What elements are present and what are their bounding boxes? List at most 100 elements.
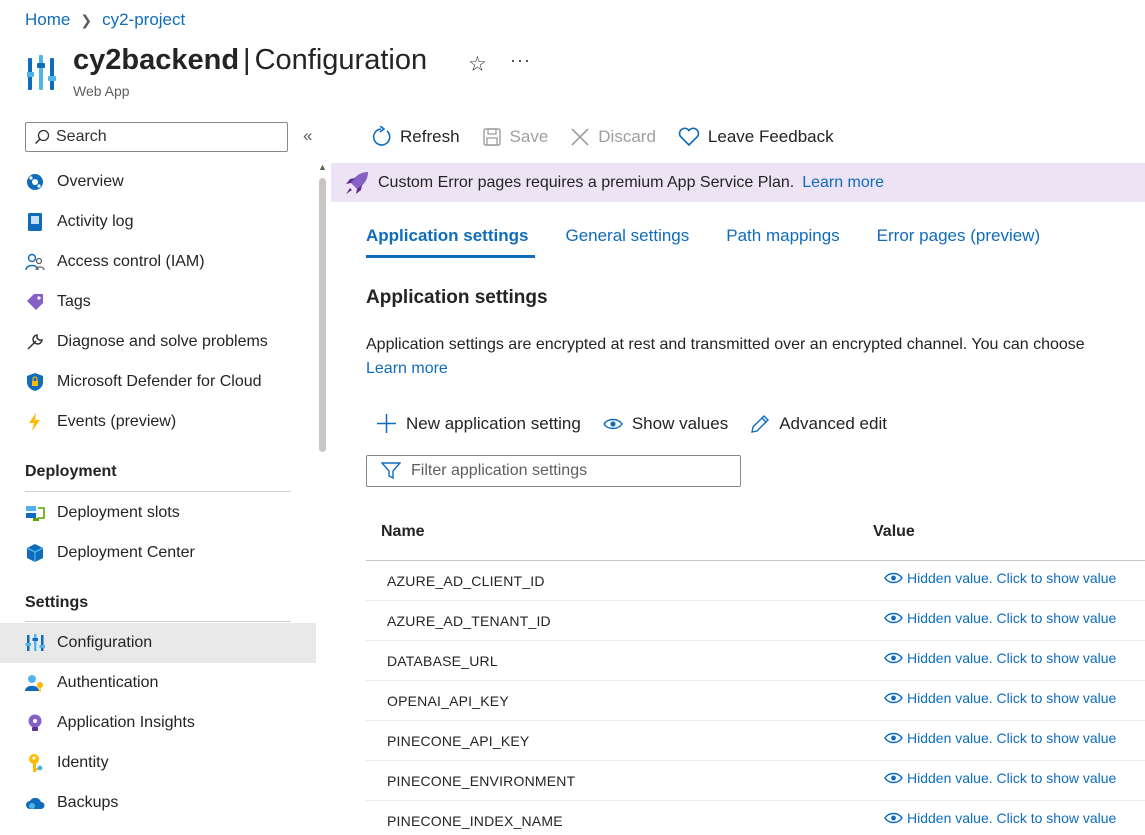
table-row[interactable]: DATABASE_URL Hidden value. Click to show … <box>366 641 1145 681</box>
scroll-up-arrow-icon[interactable]: ▲ <box>318 162 327 172</box>
save-button[interactable]: Save <box>482 127 548 147</box>
hidden-value-link[interactable]: Hidden value. Click to show value <box>884 690 1116 706</box>
sidebar-scrollbar[interactable] <box>319 178 326 452</box>
hidden-value-link[interactable]: Hidden value. Click to show value <box>884 650 1116 666</box>
table-row[interactable]: AZURE_AD_TENANT_ID Hidden value. Click to… <box>366 601 1145 641</box>
configuration-tabs: Application settings General settings Pa… <box>366 226 1077 258</box>
hidden-value-link[interactable]: Hidden value. Click to show value <box>884 730 1116 746</box>
settings-command-bar: New application setting Show values Adva… <box>376 413 909 434</box>
sidebar-item-label: Overview <box>57 173 124 190</box>
eye-icon <box>884 772 903 784</box>
heart-icon <box>678 127 700 147</box>
sidebar-item-label: Configuration <box>57 634 153 651</box>
advanced-edit-button[interactable]: Advanced edit <box>750 414 887 434</box>
sidebar-item-label: Activity log <box>57 213 134 230</box>
title-separator: | <box>243 44 251 76</box>
filter-placeholder: Filter application settings <box>411 462 588 479</box>
sidebar-item-deployment-center[interactable]: Deployment Center <box>0 533 316 573</box>
sidebar-item-label: Backups <box>57 794 119 811</box>
search-placeholder: Search <box>56 128 107 145</box>
table-row[interactable]: PINECONE_ENVIRONMENT Hidden value. Click … <box>366 761 1145 801</box>
tab-path-mappings[interactable]: Path mappings <box>726 226 839 258</box>
sidebar-search-input[interactable]: Search <box>25 122 288 152</box>
refresh-label: Refresh <box>400 127 460 146</box>
premium-plan-banner: Custom Error pages requires a premium Ap… <box>331 163 1145 202</box>
eye-icon <box>884 572 903 584</box>
more-options-icon[interactable]: ··· <box>510 50 531 71</box>
new-application-setting-button[interactable]: New application setting <box>376 413 581 434</box>
setting-name: AZURE_AD_CLIENT_ID <box>387 573 545 589</box>
setting-name: PINECONE_API_KEY <box>387 733 530 749</box>
blade-name: Configuration <box>254 44 428 76</box>
rocket-icon <box>346 171 368 194</box>
hidden-value-text: Hidden value. Click to show value <box>907 730 1117 746</box>
tab-application-settings[interactable]: Application settings <box>366 226 536 258</box>
tab-general-settings[interactable]: General settings <box>565 226 689 258</box>
tab-error-pages[interactable]: Error pages (preview) <box>877 226 1040 258</box>
advanced-edit-label: Advanced edit <box>779 413 887 433</box>
breadcrumb-home-link[interactable]: Home <box>25 10 70 30</box>
sidebar-item-tags[interactable]: Tags <box>0 282 316 322</box>
filter-settings-input[interactable]: Filter application settings <box>366 455 741 487</box>
sidebar-item-backups[interactable]: Backups <box>0 783 316 823</box>
sidebar-item-diagnose[interactable]: Diagnose and solve problems <box>0 322 316 362</box>
hidden-value-link[interactable]: Hidden value. Click to show value <box>884 810 1116 826</box>
person-key-icon <box>25 675 43 692</box>
hidden-value-text: Hidden value. Click to show value <box>907 570 1117 586</box>
tag-icon <box>27 294 43 310</box>
sidebar-item-deployment-slots[interactable]: Deployment slots <box>0 493 316 533</box>
favorite-star-icon[interactable]: ☆ <box>468 52 487 77</box>
show-values-button[interactable]: Show values <box>602 414 728 434</box>
search-icon <box>34 129 50 145</box>
configuration-icon <box>25 634 45 651</box>
key-icon <box>29 754 43 772</box>
sidebar-item-authentication[interactable]: Authentication <box>0 663 316 703</box>
setting-name: PINECONE_INDEX_NAME <box>387 813 563 829</box>
lightbulb-icon <box>28 714 42 731</box>
save-icon <box>482 128 501 146</box>
table-row[interactable]: PINECONE_INDEX_NAME Hidden value. Click t… <box>366 801 1145 835</box>
learn-more-link[interactable]: Learn more <box>366 360 448 377</box>
hidden-value-text: Hidden value. Click to show value <box>907 610 1117 626</box>
plus-icon <box>377 414 396 433</box>
hidden-value-link[interactable]: Hidden value. Click to show value <box>884 610 1116 626</box>
resource-type: Web App <box>73 83 130 99</box>
sidebar-item-label: Deployment slots <box>57 504 180 521</box>
page-title: cy2backend | Configuration <box>73 44 427 77</box>
wrench-icon <box>27 334 43 350</box>
table-row[interactable]: OPENAI_API_KEY Hidden value. Click to sho… <box>366 681 1145 721</box>
sidebar-item-defender[interactable]: Microsoft Defender for Cloud <box>0 362 316 402</box>
table-row[interactable]: AZURE_AD_CLIENT_ID Hidden value. Click to… <box>366 561 1145 601</box>
banner-learn-more-link[interactable]: Learn more <box>802 174 884 192</box>
log-icon <box>28 213 42 231</box>
sidebar-item-label: Identity <box>57 754 109 771</box>
lightning-icon <box>29 413 40 431</box>
breadcrumb-project-link[interactable]: cy2-project <box>102 10 185 30</box>
sidebar-item-access-control[interactable]: Access control (IAM) <box>0 242 316 282</box>
discard-label: Discard <box>598 127 656 146</box>
shield-icon <box>27 373 43 391</box>
sidebar-item-application-insights[interactable]: Application Insights <box>0 703 316 743</box>
hidden-value-link[interactable]: Hidden value. Click to show value <box>884 570 1116 586</box>
sidebar-item-identity[interactable]: Identity <box>0 743 316 783</box>
setting-name: PINECONE_ENVIRONMENT <box>387 773 576 789</box>
sidebar-item-label: Authentication <box>57 674 159 691</box>
collapse-sidebar-icon[interactable]: « <box>303 126 312 146</box>
hidden-value-link[interactable]: Hidden value. Click to show value <box>884 770 1116 786</box>
leave-feedback-button[interactable]: Leave Feedback <box>678 127 834 147</box>
sidebar-item-events[interactable]: Events (preview) <box>0 402 316 442</box>
column-header-name[interactable]: Name <box>381 523 425 541</box>
cloud-icon <box>26 797 45 809</box>
configuration-icon <box>27 55 56 90</box>
slots-icon <box>26 506 45 521</box>
sidebar-item-label: Application Insights <box>57 714 195 731</box>
sidebar-item-configuration[interactable]: Configuration <box>0 623 316 663</box>
sidebar-item-activity-log[interactable]: Activity log <box>0 202 316 242</box>
refresh-button[interactable]: Refresh <box>370 126 460 148</box>
column-header-value[interactable]: Value <box>873 523 915 541</box>
discard-button[interactable]: Discard <box>570 127 656 147</box>
table-row[interactable]: PINECONE_API_KEY Hidden value. Click to s… <box>366 721 1145 761</box>
pencil-icon <box>751 414 770 433</box>
sidebar-item-overview[interactable]: Overview <box>0 162 316 202</box>
eye-icon <box>602 418 623 429</box>
